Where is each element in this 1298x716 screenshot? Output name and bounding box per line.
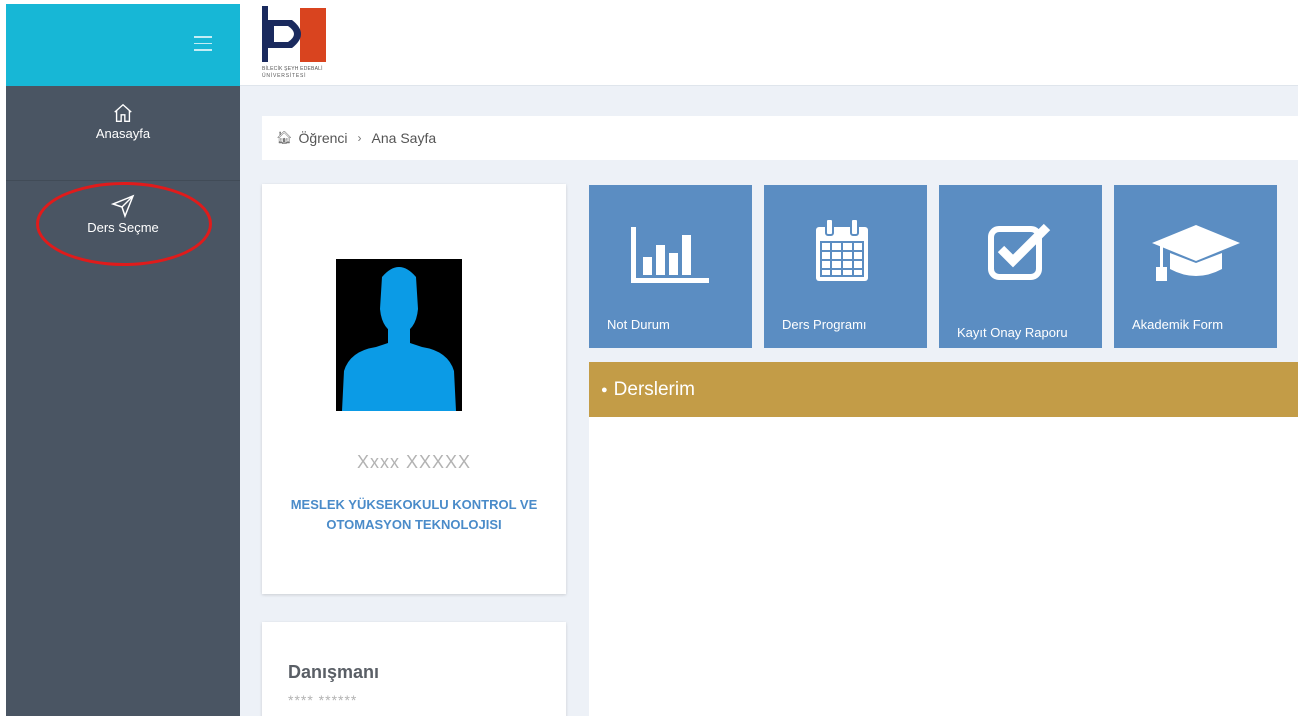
topbar-brand-area bbox=[6, 4, 240, 86]
tile-ders-programi[interactable]: Ders Programı bbox=[764, 185, 927, 348]
chat-icon: ● bbox=[601, 383, 608, 396]
calendar-icon bbox=[816, 219, 868, 281]
sidebar-item-label: Ders Seçme bbox=[87, 220, 159, 235]
tile-akademik-form[interactable]: Akademik Form bbox=[1114, 185, 1277, 348]
user-avatar-icon bbox=[336, 259, 462, 411]
derslerim-panel-header: ● Derslerim bbox=[589, 362, 1298, 417]
advisor-card: Danışmanı **** ****** bbox=[262, 622, 566, 716]
bar-chart-icon bbox=[631, 227, 709, 283]
breadcrumb-root[interactable]: Öğrenci bbox=[299, 130, 348, 146]
checkbox-icon bbox=[988, 223, 1051, 280]
sidebar-divider bbox=[6, 180, 240, 181]
home-icon bbox=[114, 103, 132, 122]
breadcrumb-current: Ana Sayfa bbox=[371, 130, 437, 146]
department: MESLEK YÜKSEKOKULU KONTROL VE OTOMASYON … bbox=[290, 497, 538, 532]
tile-not-durum[interactable]: Not Durum bbox=[589, 185, 752, 348]
app-root: BİLECİK ŞEYH EDEBALİ ÜNİVERSİTESİ Anasay… bbox=[0, 0, 1298, 716]
sidebar-item-label: Anasayfa bbox=[95, 126, 151, 141]
home-breadcrumb-icon[interactable]: 🏠︎ bbox=[276, 130, 293, 146]
header: BİLECİK ŞEYH EDEBALİ ÜNİVERSİTESİ bbox=[240, 4, 1298, 86]
tile-label: Ders Programı bbox=[782, 317, 867, 332]
sidebar: Anasayfa Ders Seçme bbox=[6, 86, 240, 716]
sidebar-item-anasayfa[interactable]: Anasayfa bbox=[6, 102, 240, 180]
chevron-right-icon: › bbox=[357, 131, 362, 145]
send-icon bbox=[111, 194, 135, 218]
logo-text-line1: BİLECİK ŞEYH EDEBALİ bbox=[262, 66, 323, 72]
profile-card: Xxxx XXXXX MESLEK YÜKSEKOKULU KONTROL VE… bbox=[262, 184, 566, 594]
tile-kayit-onay-raporu[interactable]: Kayıt Onay Raporu bbox=[939, 185, 1102, 348]
panel-title: Derslerim bbox=[613, 378, 695, 400]
advisor-title: Danışmanı bbox=[288, 662, 380, 682]
tile-label: Not Durum bbox=[607, 317, 670, 332]
tile-label: Kayıt Onay Raporu bbox=[957, 325, 1068, 340]
breadcrumb: 🏠︎ Öğrenci › Ana Sayfa bbox=[262, 116, 1298, 160]
advisor-name: **** ****** bbox=[288, 692, 358, 708]
main-content: 🏠︎ Öğrenci › Ana Sayfa Xxxx XXXXX MESLEK… bbox=[240, 86, 1298, 716]
user-name: Xxxx XXXXX bbox=[356, 452, 472, 472]
graduation-cap-icon bbox=[1152, 225, 1240, 281]
tile-label: Akademik Form bbox=[1132, 317, 1224, 332]
sidebar-item-ders-secme[interactable]: Ders Seçme bbox=[6, 194, 240, 235]
hamburger-menu-icon[interactable] bbox=[194, 36, 212, 52]
logo-text-line2: ÜNİVERSİTESİ bbox=[262, 73, 307, 79]
derslerim-panel-body bbox=[589, 417, 1298, 716]
